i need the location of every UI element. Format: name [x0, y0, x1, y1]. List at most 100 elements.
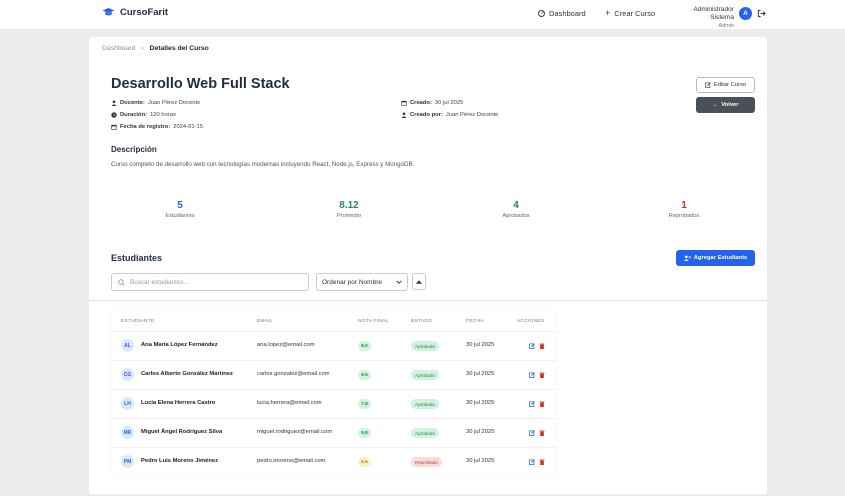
description-text: Curso completo de desarrollo web con tec… [111, 161, 415, 168]
stat-value: 8.12 [339, 200, 359, 211]
brand-logo[interactable]: CursoFarit [102, 7, 168, 18]
trash-icon[interactable] [539, 343, 545, 349]
stat-label: Reprobados [668, 213, 700, 219]
edit-icon[interactable] [529, 401, 535, 407]
registered-value: 2024-01-15 [173, 124, 203, 130]
search-field[interactable] [111, 273, 309, 291]
logout-icon[interactable] [757, 9, 766, 18]
sort-direction-button[interactable] [412, 273, 426, 290]
brand-name: CursoFarit [120, 7, 169, 18]
student-email: pedro.moreno@email.com [257, 458, 326, 464]
search-icon [118, 278, 125, 286]
description-title: Descripción [111, 145, 157, 154]
student-email: ana.lopez@email.com [257, 342, 315, 348]
duration-label: Duración: [120, 112, 148, 118]
user-name: Administrador Sistema [693, 6, 734, 21]
student-name: Pedro Luis Moreno Jiménez [141, 458, 218, 464]
stat-failed: 1 Reprobados [624, 200, 744, 219]
trash-icon[interactable] [539, 372, 545, 378]
teacher-meta: Docente: Juan Pérez Docente [111, 100, 200, 106]
status-badge: Reprobado [411, 457, 442, 467]
caret-up-icon [416, 279, 422, 284]
breadcrumb: Dashboard › Detalles del Curso [102, 45, 209, 52]
student-date: 30 jul 2025 [466, 400, 495, 406]
stat-average: 8.12 Promedio [289, 200, 409, 219]
student-date: 30 jul 2025 [466, 371, 495, 377]
stat-students: 5 Estudiantes [120, 200, 240, 219]
student-name: Lucía Elena Herrera Castro [141, 400, 216, 406]
nav-create-label: Crear Curso [614, 9, 656, 18]
edit-icon[interactable] [529, 343, 535, 349]
stat-value: 4 [513, 200, 519, 211]
trash-icon[interactable] [539, 459, 545, 465]
student-email: lucia.herrera@email.com [257, 400, 322, 406]
student-name: Ana María López Fernández [141, 342, 218, 348]
grade-badge: 7.8 [358, 399, 371, 409]
duration-meta: Duración: 120 horas [111, 112, 176, 118]
trash-icon[interactable] [539, 401, 545, 407]
created-meta: Creado: 30 jul 2025 [401, 100, 463, 106]
row-actions [529, 401, 545, 407]
header-grade: NOTA FINAL [358, 319, 389, 324]
teacher-value: Juan Pérez Docente [147, 100, 201, 106]
dashboard-icon [538, 10, 545, 17]
edit-course-button[interactable]: Editar Curso [696, 77, 755, 93]
trash-icon[interactable] [539, 430, 545, 436]
edit-icon[interactable] [529, 430, 535, 436]
student-date: 30 jul 2025 [466, 342, 495, 348]
sort-select[interactable]: Ordenar por Nombre [316, 273, 408, 291]
user-icon [111, 100, 117, 106]
student-avatar: CG [121, 368, 134, 381]
clock-icon [111, 112, 117, 118]
nav-dashboard-label: Dashboard [549, 9, 586, 18]
top-navbar: CursoFarit Dashboard + Crear Curso Admin… [0, 0, 845, 29]
add-student-label: Agregar Estudiante [693, 255, 748, 261]
edit-icon [705, 82, 711, 88]
stat-value: 1 [681, 200, 687, 211]
grade-badge: 9.5 [358, 370, 371, 380]
students-title: Estudiantes [111, 253, 163, 263]
edit-icon[interactable] [529, 459, 535, 465]
created-label: Creado: [410, 100, 432, 106]
stat-label: Aprobados [502, 213, 530, 219]
student-avatar: AL [121, 339, 134, 352]
student-avatar: PM [121, 455, 134, 468]
student-name: Carlos Alberto González Martínez [141, 371, 233, 377]
header-status: ESTADO [411, 319, 433, 324]
status-badge: Aprobado [411, 341, 439, 351]
nav-dashboard-link[interactable]: Dashboard [538, 9, 586, 18]
student-avatar: LH [121, 397, 134, 410]
stat-label: Promedio [337, 213, 361, 219]
registered-meta: Fecha de registro: 2024-01-15 [111, 124, 203, 130]
created-by-value: Juan Pérez Docente [445, 112, 499, 118]
avatar[interactable]: A [739, 7, 752, 20]
user-info: Administrador Sistema Admin [668, 6, 734, 30]
row-actions [529, 459, 545, 465]
status-badge: Aprobado [411, 428, 439, 438]
edit-icon[interactable] [529, 372, 535, 378]
stat-label: Estudiantes [165, 213, 195, 219]
graduation-cap-icon [102, 7, 115, 16]
nav-create-course-link[interactable]: + Crear Curso [605, 8, 656, 19]
breadcrumb-home[interactable]: Dashboard [102, 45, 135, 52]
add-student-button[interactable]: Agregar Estudiante [676, 250, 755, 266]
created-value: 30 jul 2025 [434, 100, 464, 106]
student-name: Miguel Ángel Rodríguez Silva [141, 429, 223, 435]
back-button[interactable]: ← Volver [696, 97, 755, 113]
grade-badge: 8.0 [358, 341, 371, 351]
user-role: Admin [718, 23, 734, 29]
plus-icon: + [605, 8, 611, 18]
student-date: 30 jul 2025 [466, 458, 495, 464]
student-avatar: MR [121, 426, 134, 439]
header-actions: ACCIONES [517, 319, 545, 324]
chevron-down-icon [396, 280, 402, 284]
student-date: 30 jul 2025 [466, 429, 495, 435]
created-by-meta: Creado por: Juan Pérez Docente [401, 112, 498, 118]
search-input[interactable] [130, 278, 300, 286]
teacher-label: Docente: [120, 100, 145, 106]
page-title: Desarrollo Web Full Stack [111, 76, 290, 92]
back-label: Volver [721, 102, 739, 108]
row-actions [529, 343, 545, 349]
row-actions [529, 430, 545, 436]
student-email: miguel.rodriguez@email.com [257, 429, 333, 435]
